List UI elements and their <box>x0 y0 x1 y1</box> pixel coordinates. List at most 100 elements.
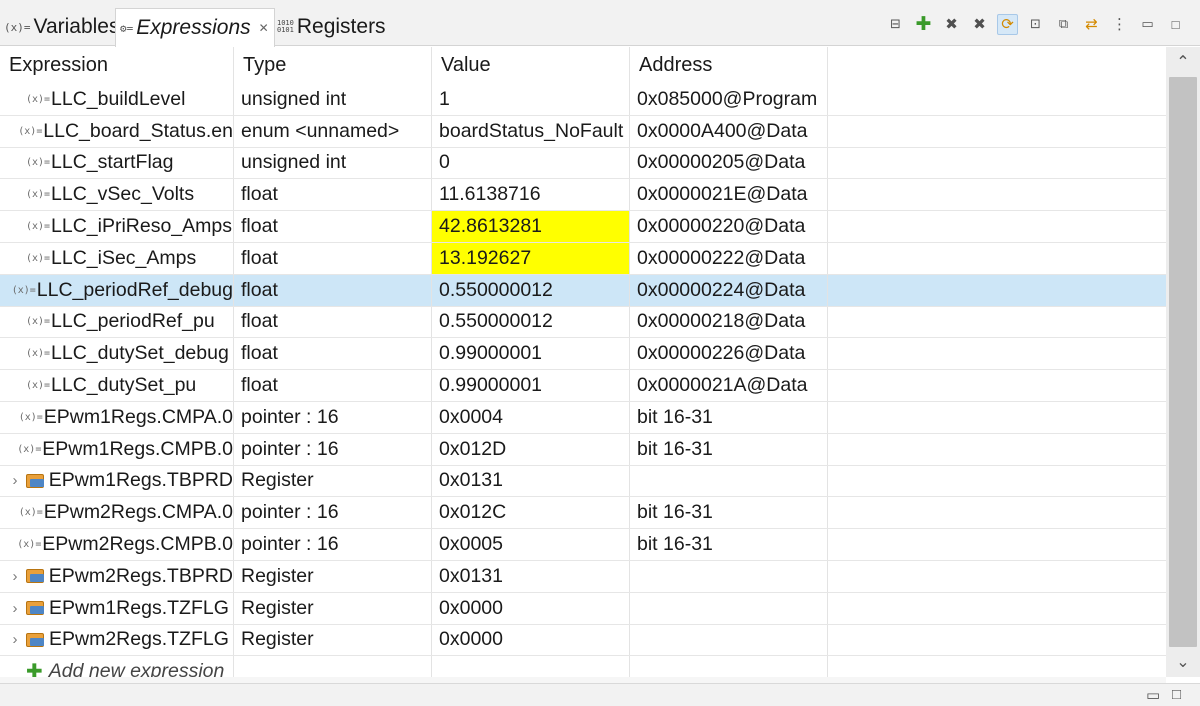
scrollbar-thumb[interactable] <box>1169 77 1197 647</box>
expand-chevron-icon[interactable]: › <box>4 631 26 648</box>
new-view-icon[interactable]: ⊡ <box>1025 14 1046 35</box>
variables-icon: (x)= <box>4 20 31 34</box>
expression-cell[interactable]: (x)= LLC_vSec_Volts <box>0 179 234 211</box>
expressions-table: Expression Type Value Address (x)= LLC_bu… <box>0 47 1166 677</box>
table-row[interactable]: (x)= LLC_iPriReso_Amps float 42.8613281 0x00… <box>0 211 1166 243</box>
expression-cell[interactable]: (x)= LLC_startFlag <box>0 147 234 179</box>
value-cell[interactable]: 0x0000 <box>432 592 630 624</box>
add-expression-icon[interactable]: ✚ <box>913 14 934 35</box>
expression-cell[interactable]: (x)= EPwm2Regs.CMPB.0 <box>0 529 234 560</box>
value-cell[interactable]: 11.6138716 <box>432 179 630 211</box>
maximize-icon[interactable]: □ <box>1165 14 1186 35</box>
remove-all-icon[interactable]: ✖ <box>969 14 990 35</box>
expression-cell[interactable]: (x)= LLC_dutySet_debug <box>0 338 234 370</box>
table-row[interactable]: (x)= LLC_dutySet_debug float 0.99000001 0x00… <box>0 338 1166 371</box>
expression-cell[interactable]: (x)= LLC_periodRef_debug <box>0 274 234 306</box>
expand-chevron-icon[interactable]: › <box>4 472 26 489</box>
expression-cell[interactable]: (x)= EPwm1Regs.CMPA.0 <box>0 402 234 433</box>
variable-icon: (x)= <box>26 316 51 328</box>
value-cell[interactable]: boardStatus_NoFault <box>432 115 630 147</box>
expression-cell[interactable]: (x)= LLC_iPriReso_Amps <box>0 211 234 242</box>
minimize-icon[interactable]: ▭ <box>1146 686 1160 704</box>
table-row[interactable]: › EPwm1Regs.TZFLG Register 0x0000 <box>0 592 1166 625</box>
expression-cell[interactable]: (x)= LLC_board_Status.en <box>0 115 234 147</box>
type-cell <box>234 656 432 677</box>
value-cell[interactable]: 0x012C <box>432 497 630 529</box>
type-cell: Register <box>234 592 432 624</box>
collapse-all-icon[interactable]: ⊟ <box>885 14 906 35</box>
expression-cell[interactable]: › EPwm2Regs.TZFLG <box>0 624 234 656</box>
filler-cell <box>828 243 1166 274</box>
variable-icon: (x)= <box>26 252 51 264</box>
table-row[interactable]: (x)= EPwm1Regs.CMPA.0 pointer : 16 0x0004 b… <box>0 402 1166 434</box>
table-row[interactable]: (x)= LLC_board_Status.en enum <unnamed> boa… <box>0 115 1166 148</box>
close-icon[interactable]: ✕ <box>259 21 269 35</box>
table-row[interactable]: (x)= LLC_periodRef_pu float 0.550000012 0x00… <box>0 306 1166 339</box>
refresh-icon[interactable]: ⟳ <box>997 13 1018 35</box>
expression-cell[interactable]: (x)= EPwm1Regs.CMPB.0 <box>0 433 234 465</box>
table-row[interactable]: (x)= LLC_buildLevel unsigned int 1 0x085000@… <box>0 84 1166 116</box>
value-cell[interactable]: 0x0005 <box>432 529 630 560</box>
scroll-down-icon[interactable]: ⌄ <box>1166 647 1200 677</box>
value-cell[interactable]: 0x0131 <box>432 561 630 592</box>
value-cell[interactable]: 0.99000001 <box>432 370 630 401</box>
expression-cell[interactable]: (x)= LLC_periodRef_pu <box>0 306 234 338</box>
type-cell: float <box>234 243 432 274</box>
maximize-icon[interactable]: □ <box>1172 686 1181 703</box>
value-cell[interactable]: 0x0131 <box>432 465 630 497</box>
expression-cell[interactable]: (x)= EPwm2Regs.CMPA.0 <box>0 497 234 529</box>
table-row[interactable]: › EPwm2Regs.TBPRD Register 0x0131 <box>0 561 1166 593</box>
minimize-icon[interactable]: ▭ <box>1137 14 1158 35</box>
type-cell: Register <box>234 561 432 592</box>
value-cell[interactable]: 0x0000 <box>432 624 630 656</box>
expression-cell[interactable]: (x)= LLC_dutySet_pu <box>0 370 234 401</box>
column-header-expression[interactable]: Expression <box>0 47 234 84</box>
column-header-address[interactable]: Address <box>630 47 828 84</box>
column-header-type[interactable]: Type <box>234 47 432 84</box>
value-cell[interactable]: 0.99000001 <box>432 338 630 370</box>
value-cell[interactable]: 42.8613281 <box>432 211 630 242</box>
add-expression-row[interactable]: ✚ Add new expression <box>0 656 1166 677</box>
table-row[interactable]: (x)= LLC_periodRef_debug float 0.550000012 0… <box>0 274 1166 307</box>
vertical-scrollbar[interactable]: ⌃ ⌄ <box>1166 47 1200 677</box>
table-row[interactable]: (x)= LLC_startFlag unsigned int 0 0x00000205… <box>0 147 1166 180</box>
table-row[interactable]: › EPwm2Regs.TZFLG Register 0x0000 <box>0 624 1166 657</box>
expand-chevron-icon[interactable]: › <box>4 568 26 585</box>
register-group-icon <box>26 632 44 647</box>
filler-cell <box>828 211 1166 242</box>
filler-cell <box>828 148 1166 179</box>
table-row[interactable]: (x)= LLC_iSec_Amps float 13.192627 0x0000022… <box>0 243 1166 275</box>
value-cell[interactable]: 0x012D <box>432 433 630 465</box>
expression-cell[interactable]: (x)= LLC_buildLevel <box>0 84 234 115</box>
tab-variables[interactable]: (x)= Variables <box>4 8 120 46</box>
tab-registers[interactable]: 1010 0101 Registers <box>277 8 386 46</box>
value-cell[interactable]: 0.550000012 <box>432 274 630 306</box>
view-menu-icon[interactable]: ⋮ <box>1109 14 1130 35</box>
expression-cell[interactable]: (x)= LLC_iSec_Amps <box>0 243 234 274</box>
table-row[interactable]: › EPwm1Regs.TBPRD Register 0x0131 <box>0 465 1166 498</box>
column-header-value[interactable]: Value <box>432 47 630 84</box>
table-row[interactable]: (x)= EPwm2Regs.CMPB.0 pointer : 16 0x0005 b… <box>0 529 1166 561</box>
table-row[interactable]: (x)= EPwm1Regs.CMPB.0 pointer : 16 0x012D b… <box>0 433 1166 466</box>
expand-chevron-icon[interactable]: › <box>4 600 26 617</box>
expression-name: EPwm2Regs.TBPRD <box>48 564 233 587</box>
sync-icon[interactable]: ⇄ <box>1081 14 1102 35</box>
value-cell[interactable]: 1 <box>432 84 630 115</box>
variable-icon: (x)= <box>26 380 51 392</box>
expression-cell[interactable]: › EPwm1Regs.TZFLG <box>0 592 234 624</box>
scroll-up-icon[interactable]: ⌃ <box>1166 47 1200 77</box>
remove-icon[interactable]: ✖ <box>941 14 962 35</box>
value-cell[interactable]: 0x0004 <box>432 402 630 433</box>
address-cell: bit 16-31 <box>630 433 828 465</box>
table-row[interactable]: (x)= LLC_vSec_Volts float 11.6138716 0x00000… <box>0 179 1166 212</box>
expression-cell[interactable]: › EPwm1Regs.TBPRD <box>0 465 234 497</box>
expression-cell[interactable]: ✚ Add new expression <box>0 656 234 677</box>
table-row[interactable]: (x)= LLC_dutySet_pu float 0.99000001 0x00000… <box>0 370 1166 402</box>
pin-icon[interactable]: ⧉ <box>1053 14 1074 35</box>
tab-expressions[interactable]: ⚙= Expressions ✕ <box>115 8 275 47</box>
value-cell[interactable]: 0 <box>432 147 630 179</box>
expression-cell[interactable]: › EPwm2Regs.TBPRD <box>0 561 234 592</box>
value-cell[interactable]: 13.192627 <box>432 243 630 274</box>
value-cell[interactable]: 0.550000012 <box>432 306 630 338</box>
table-row[interactable]: (x)= EPwm2Regs.CMPA.0 pointer : 16 0x012C b… <box>0 497 1166 530</box>
